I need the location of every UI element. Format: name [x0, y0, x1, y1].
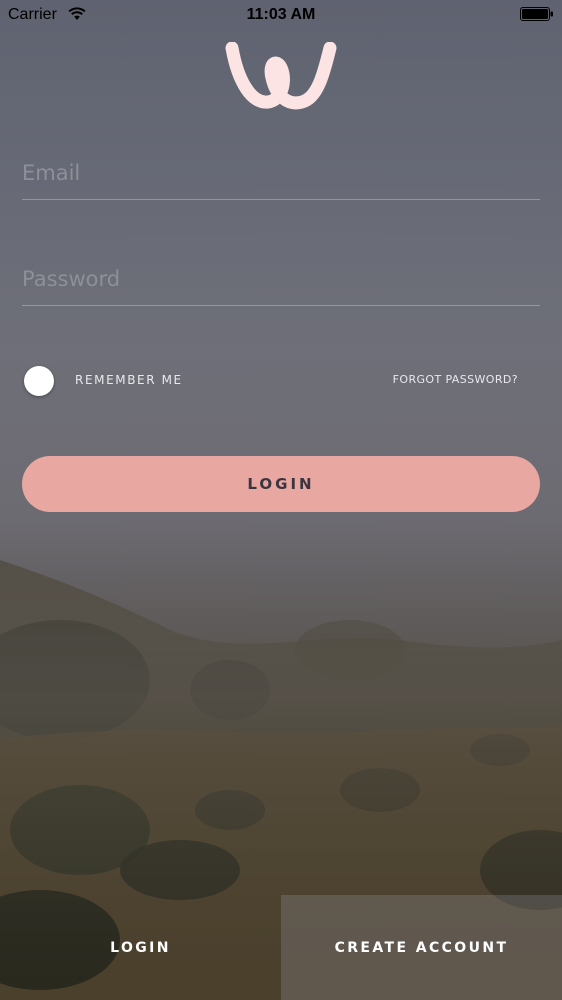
tab-create-account[interactable]: CREATE ACCOUNT — [281, 895, 562, 1000]
status-time: 11:03 AM — [246, 6, 316, 23]
password-field-container — [22, 251, 540, 306]
battery-icon — [520, 7, 553, 21]
w-logo-icon — [225, 42, 337, 110]
remember-me-toggle[interactable] — [24, 366, 54, 396]
tab-create-account-label: CREATE ACCOUNT — [334, 939, 509, 956]
login-screen: Carrier 11:03 AM REMEMBER ME FORGOT PASS… — [0, 0, 562, 1000]
tab-login-label: LOGIN — [110, 939, 171, 956]
tab-login[interactable]: LOGIN — [0, 895, 281, 1000]
status-bar: Carrier 11:03 AM — [0, 0, 562, 30]
bottom-tab-bar: LOGIN CREATE ACCOUNT — [0, 895, 562, 1000]
password-input[interactable] — [22, 267, 540, 291]
remember-me-label[interactable]: REMEMBER ME — [75, 373, 183, 387]
login-button[interactable]: LOGIN — [22, 456, 540, 512]
email-field-container — [22, 145, 540, 200]
email-input[interactable] — [22, 161, 540, 185]
forgot-password-link[interactable]: FORGOT PASSWORD? — [393, 373, 518, 386]
